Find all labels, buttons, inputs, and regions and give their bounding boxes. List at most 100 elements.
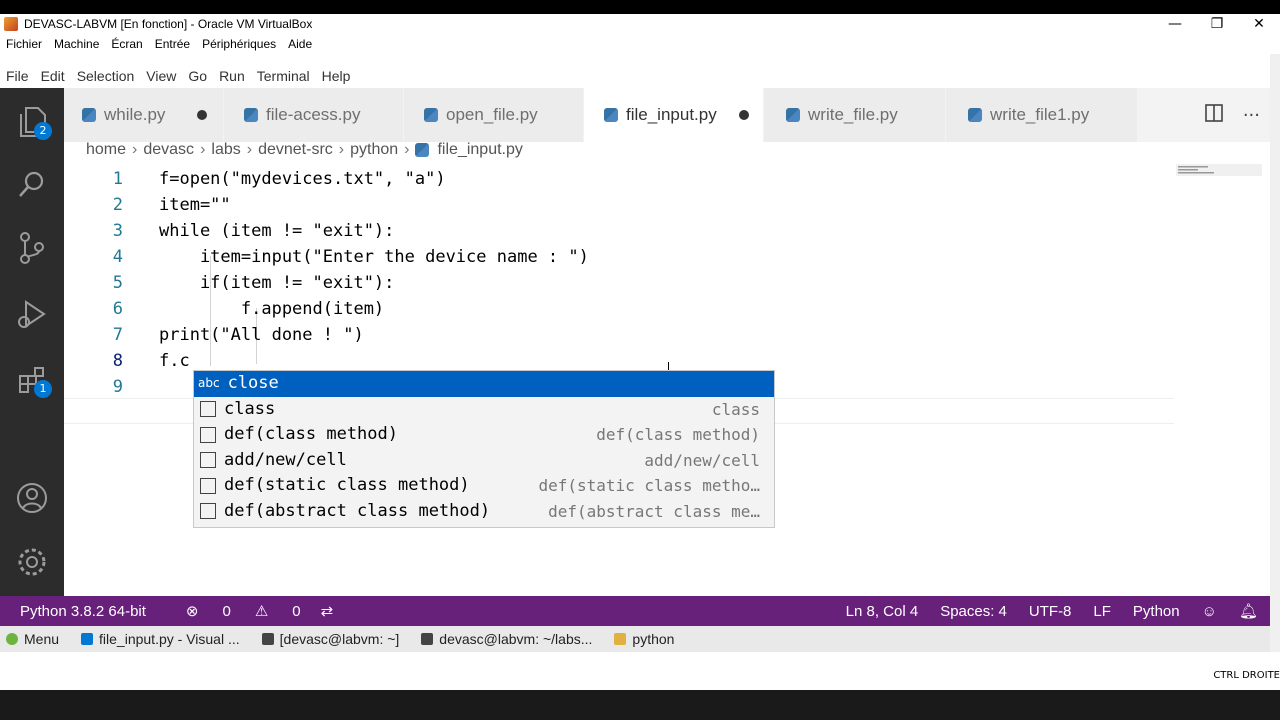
line-endings[interactable]: LF	[1093, 603, 1111, 620]
task-folder-python[interactable]: python	[614, 631, 674, 647]
extensions-badge: 1	[34, 380, 52, 398]
line-number: 6	[112, 299, 123, 319]
vm-vertical-scrollbar[interactable]	[1270, 54, 1280, 652]
suggestion-label: def(static class method)	[224, 475, 470, 495]
warning-count: 0	[292, 602, 301, 620]
tab-file-input-py[interactable]: file_input.py	[584, 88, 764, 142]
suggestion-def-class-method[interactable]: def(class method) def(class method)	[194, 422, 774, 448]
problems-indicator[interactable]: ⊗ 0 ⚠ 0	[166, 602, 301, 621]
breadcrumb-file[interactable]: file_input.py	[437, 141, 522, 159]
snippet-icon	[200, 426, 216, 443]
menu-terminal[interactable]: Terminal	[257, 68, 310, 84]
autocomplete-suggest-widget: abc close class class def(class method) …	[193, 370, 775, 528]
encoding[interactable]: UTF-8	[1029, 603, 1072, 620]
feedback-icon[interactable]: ☺	[1202, 603, 1217, 620]
python-file-icon	[82, 108, 96, 122]
code-line: 4 item=input("Enter the device name : ")	[64, 244, 1174, 270]
breadcrumb-devnet-src[interactable]: devnet-src	[258, 141, 333, 159]
unsaved-dot-icon[interactable]	[739, 110, 749, 120]
menu-aide[interactable]: Aide	[288, 37, 312, 51]
suggestion-close[interactable]: abc close	[194, 371, 774, 397]
unsaved-dot-icon[interactable]	[197, 110, 207, 120]
extensions-icon[interactable]: 1	[14, 362, 52, 398]
line-number: 2	[112, 195, 123, 215]
menu-entree[interactable]: Entrée	[155, 37, 190, 51]
start-menu-label: Menu	[24, 631, 60, 647]
code-text: item=""	[159, 195, 231, 215]
suggestion-add-new-cell[interactable]: add/new/cell add/new/cell	[194, 448, 774, 474]
warning-icon: ⚠	[254, 603, 269, 620]
run-debug-icon[interactable]	[14, 296, 50, 332]
close-icon[interactable]: ✕	[1238, 14, 1280, 34]
code-line: 3 while (item != "exit"):	[64, 218, 1174, 244]
menu-machine[interactable]: Machine	[54, 37, 99, 51]
tab-label: open_file.py	[446, 105, 538, 124]
suggestion-detail: def(class method)	[596, 425, 760, 444]
breadcrumb-python[interactable]: python	[350, 141, 398, 159]
suggestion-class[interactable]: class class	[194, 397, 774, 423]
split-editor-icon[interactable]	[1205, 103, 1223, 127]
start-menu-button[interactable]: Menu	[6, 631, 59, 647]
account-icon[interactable]	[14, 480, 50, 516]
python-file-icon	[604, 108, 618, 122]
virtualbox-titlebar: DEVASC-LABVM [En fonction] - Oracle VM V…	[0, 14, 1280, 34]
explorer-icon[interactable]: 2	[14, 104, 52, 140]
cursor-position[interactable]: Ln 8, Col 4	[846, 603, 919, 620]
live-share-icon[interactable]: ⇄	[321, 602, 334, 620]
menu-go[interactable]: Go	[188, 68, 207, 84]
menu-fichier[interactable]: Fichier	[6, 37, 42, 51]
menu-view[interactable]: View	[146, 68, 176, 84]
minimap[interactable]	[1176, 164, 1262, 184]
language-mode[interactable]: Python	[1133, 603, 1180, 620]
suggestion-detail: def(abstract class me…	[548, 501, 760, 521]
task-terminal-1[interactable]: [devasc@labvm: ~]	[261, 631, 400, 647]
suggestion-def-abstract-class-method[interactable]: def(abstract class method) def(abstract …	[194, 499, 774, 525]
settings-gear-icon[interactable]	[14, 544, 50, 580]
tab-file-acess-py[interactable]: file-acess.py	[224, 88, 404, 142]
top-strip	[0, 0, 1280, 14]
code-text: while (item != "exit"):	[159, 221, 395, 241]
notifications-bell-icon[interactable]: 🔔︎	[1239, 602, 1258, 620]
minimize-icon[interactable]: —	[1154, 14, 1196, 34]
more-actions-icon[interactable]: ···	[1243, 105, 1260, 126]
python-interpreter[interactable]: Python 3.8.2 64-bit	[20, 603, 146, 620]
task-label: [devasc@labvm: ~]	[279, 631, 400, 647]
menu-help[interactable]: Help	[322, 68, 351, 84]
restore-icon[interactable]: ❐	[1196, 14, 1238, 34]
task-label: file_input.py - Visual ...	[99, 631, 240, 647]
suggestion-def-static-class-method[interactable]: def(static class method) def(static clas…	[194, 473, 774, 499]
folder-icon	[614, 633, 627, 645]
breadcrumb-devasc[interactable]: devasc	[143, 141, 194, 159]
code-text: f=open("mydevices.txt", "a")	[159, 166, 446, 192]
python-file-icon	[424, 108, 438, 122]
search-icon[interactable]	[14, 166, 50, 202]
menu-run[interactable]: Run	[219, 68, 245, 84]
tab-open-file-py[interactable]: open_file.py	[404, 88, 584, 142]
breadcrumb-labs[interactable]: labs	[211, 141, 240, 159]
menu-selection[interactable]: Selection	[77, 68, 135, 84]
editor-tabs: while.py file-acess.py open_file.py file…	[64, 88, 1270, 142]
menu-ecran[interactable]: Écran	[111, 37, 142, 51]
task-vscode[interactable]: file_input.py - Visual ...	[81, 631, 240, 647]
menu-file[interactable]: File	[6, 68, 29, 84]
suggestion-label: add/new/cell	[224, 449, 347, 470]
terminal-icon	[261, 633, 274, 645]
menu-peripheriques[interactable]: Périphériques	[202, 37, 276, 51]
menu-edit[interactable]: Edit	[41, 68, 65, 84]
code-line: 1 f=open("mydevices.txt", "a")	[64, 166, 1174, 192]
snippet-icon	[200, 503, 216, 520]
source-control-icon[interactable]	[14, 230, 50, 266]
task-terminal-2[interactable]: devasc@labvm: ~/labs...	[421, 631, 592, 647]
snippet-icon	[200, 401, 216, 418]
tab-while-py[interactable]: while.py	[64, 88, 224, 142]
mint-logo-icon	[6, 633, 18, 645]
error-count: 0	[222, 602, 231, 620]
snippet-icon	[200, 452, 216, 469]
tab-write-file1-py[interactable]: write_file1.py	[946, 88, 1138, 142]
indentation[interactable]: Spaces: 4	[940, 603, 1007, 620]
code-text: item=input("Enter the device name : ")	[159, 247, 589, 267]
window-title: DEVASC-LABVM [En fonction] - Oracle VM V…	[24, 17, 313, 31]
code-text: f.append(item)	[159, 299, 385, 319]
tab-write-file-py[interactable]: write_file.py	[764, 88, 946, 142]
breadcrumb-home[interactable]: home	[86, 141, 126, 159]
